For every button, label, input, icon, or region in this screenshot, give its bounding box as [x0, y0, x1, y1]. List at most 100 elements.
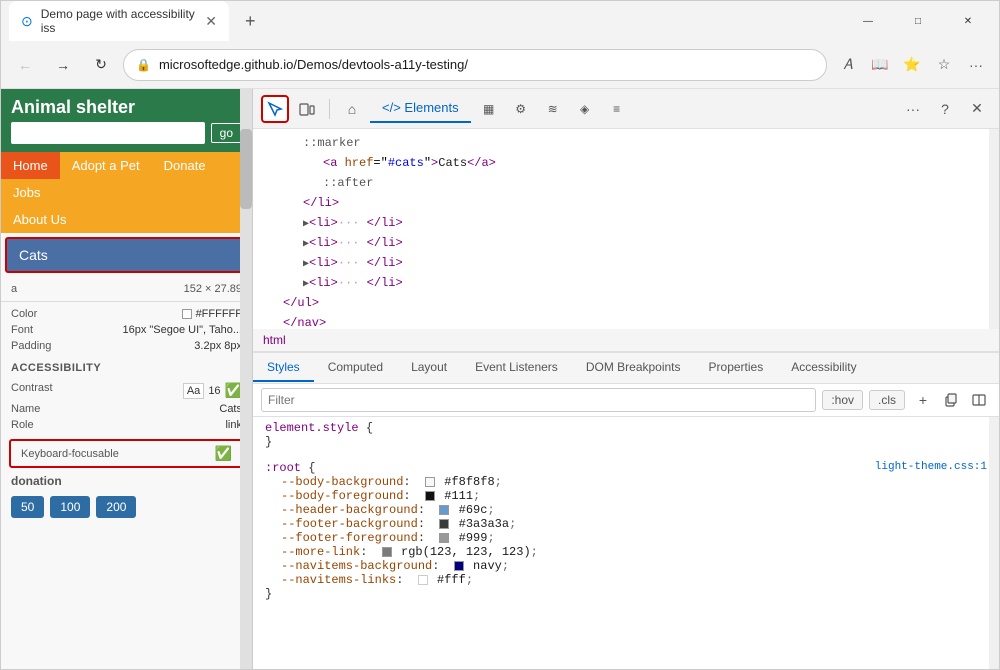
prop-padding-label: Padding [11, 340, 51, 352]
prop-color-label: Color [11, 308, 37, 320]
maximize-button[interactable]: □ [895, 5, 941, 37]
styles-filter-input[interactable] [261, 388, 816, 412]
donation-50-button[interactable]: 50 [11, 496, 44, 518]
prop-padding-row: Padding 3.2px 8px [11, 338, 242, 354]
devtools-help-button[interactable]: ? [931, 95, 959, 123]
a11y-role-row: Role link [11, 417, 242, 433]
cls-button[interactable]: .cls [869, 390, 905, 410]
main-content: Animal shelter go Home Adopt a Pet Donat… [1, 89, 999, 669]
style-more-link: --more-link: rgb(123, 123, 123); [265, 545, 987, 559]
favorites-icon[interactable]: ⭐ [897, 50, 927, 80]
tab-properties[interactable]: Properties [695, 354, 778, 382]
devtools-more-button[interactable]: ··· [899, 95, 927, 123]
a11y-name-label: Name [11, 403, 40, 415]
shelter-title: Animal shelter [11, 97, 242, 118]
style-navitems-links: --navitems-links: #fff; [265, 573, 987, 587]
source-link-light-theme[interactable]: light-theme.css:1 [875, 461, 987, 473]
elements-panel[interactable]: ::marker <a href="#cats">Cats</a> ::afte… [253, 129, 999, 329]
homepage-icon[interactable]: ⌂ [338, 95, 366, 123]
inspector-properties: Color #FFFFFF Font 16px "Segoe UI", Taho… [1, 302, 252, 358]
url-bar[interactable]: 🔒 microsoftedge.github.io/Demos/devtools… [123, 49, 827, 81]
a11y-contrast-label: Contrast [11, 382, 53, 399]
minimize-button[interactable]: — [845, 5, 891, 37]
add-style-rule-icon[interactable]: + [911, 388, 935, 412]
style-navitems-background: --navitems-background: navy; [265, 559, 987, 573]
style-footer-background: --footer-background: #3a3a3a; [265, 517, 987, 531]
nav-donate-button[interactable]: Donate [152, 152, 218, 179]
close-window-button[interactable]: ✕ [945, 5, 991, 37]
html-line-li-close: </li> [253, 193, 999, 213]
browser-tab[interactable]: ⊙ Demo page with accessibility iss ✕ [9, 1, 229, 41]
tab-sources-icon[interactable]: ⚙ [507, 95, 535, 123]
refresh-button[interactable]: ↻ [85, 49, 117, 81]
title-bar: ⊙ Demo page with accessibility iss ✕ + —… [1, 1, 999, 41]
html-breadcrumb: html [253, 329, 999, 352]
tab-computed[interactable]: Computed [314, 354, 397, 382]
html-line-marker: ::marker [253, 133, 999, 153]
donation-buttons: 50 100 200 [1, 492, 252, 522]
inspector-info-bar: a 152 × 27.89 [1, 277, 252, 302]
accessibility-section-title: ACCESSIBILITY [1, 358, 252, 376]
tab-layout[interactable]: Layout [397, 354, 461, 382]
toolbar-icons: 𝐴 📖 ⭐ ☆ ··· [833, 50, 991, 80]
tab-event-listeners[interactable]: Event Listeners [461, 354, 572, 382]
device-mode-icon[interactable] [293, 95, 321, 123]
shelter-search: go [11, 122, 242, 144]
lock-icon: 🔒 [136, 58, 151, 72]
donation-100-button[interactable]: 100 [50, 496, 90, 518]
new-tab-button[interactable]: + [237, 7, 264, 36]
tab-close-button[interactable]: ✕ [205, 13, 217, 30]
style-body-background: --body-background: #f8f8f8; [265, 475, 987, 489]
toggle-sidebar-icon[interactable] [967, 388, 991, 412]
tab-styles[interactable]: Styles [253, 354, 314, 382]
tab-more-icon[interactable]: ≡ [603, 95, 631, 123]
webpage-scrollbar[interactable] [240, 89, 252, 669]
shelter-search-input[interactable] [11, 122, 205, 144]
inspect-element-icon[interactable] [261, 95, 289, 123]
footer-foreground-swatch [439, 533, 449, 543]
contrast-aa-badge: Aa [183, 383, 204, 399]
prop-color-row: Color #FFFFFF [11, 306, 242, 322]
html-line-ul-close: </ul> [253, 293, 999, 313]
forward-button[interactable]: → [47, 49, 79, 81]
read-view-icon[interactable]: 📖 [865, 50, 895, 80]
webpage-scroll-thumb[interactable] [240, 129, 252, 209]
back-button[interactable]: ← [9, 49, 41, 81]
more-link-swatch [382, 547, 392, 557]
nav-jobs-button[interactable]: Jobs [1, 179, 52, 206]
nav-adopt-button[interactable]: Adopt a Pet [60, 152, 152, 179]
translate-icon[interactable]: 𝐴 [833, 50, 863, 80]
url-text: microsoftedge.github.io/Demos/devtools-a… [159, 57, 814, 72]
collections-icon[interactable]: ☆ [929, 50, 959, 80]
tab-accessibility[interactable]: Accessibility [777, 354, 870, 382]
tab-performance-icon[interactable]: ◈ [571, 95, 599, 123]
tab-dom-breakpoints[interactable]: DOM Breakpoints [572, 354, 695, 382]
breadcrumb-html-tag[interactable]: html [263, 333, 286, 347]
elements-scrollbar[interactable] [989, 129, 999, 329]
header-background-swatch [439, 505, 449, 515]
keyboard-focusable-row: Keyboard-focusable ✅ [9, 439, 244, 468]
hov-button[interactable]: :hov [822, 390, 863, 410]
copy-styles-icon[interactable] [939, 388, 963, 412]
shelter-nav: Home Adopt a Pet Donate Jobs About Us [1, 152, 252, 233]
styles-panel[interactable]: element.style { } light-theme.css:1 :roo… [253, 417, 999, 669]
tab-console-icon[interactable]: ▦ [475, 95, 503, 123]
devtools-close-button[interactable]: ✕ [963, 95, 991, 123]
nav-about-button[interactable]: About Us [1, 206, 252, 233]
browser-menu-icon[interactable]: ··· [961, 50, 991, 80]
donation-200-button[interactable]: 200 [96, 496, 136, 518]
color-swatch [182, 309, 192, 319]
styles-scrollbar[interactable] [989, 417, 999, 669]
nav-home-button[interactable]: Home [1, 152, 60, 179]
prop-padding-value: 3.2px 8px [194, 340, 242, 352]
a11y-contrast-value: Aa 16 ✅ [183, 382, 242, 399]
a11y-name-value: Cats [219, 403, 242, 415]
prop-font-row: Font 16px "Segoe UI", Taho... [11, 322, 242, 338]
shelter-search-button[interactable]: go [211, 123, 242, 143]
root-style-block: light-theme.css:1 :root { --body-backgro… [253, 457, 999, 605]
tab-network-icon[interactable]: ≋ [539, 95, 567, 123]
tab-elements[interactable]: </> Elements [370, 94, 471, 123]
prop-color-value: #FFFFFF [182, 308, 242, 320]
window-controls: — □ ✕ [845, 5, 991, 37]
cats-selected-item[interactable]: Cats [5, 237, 248, 273]
